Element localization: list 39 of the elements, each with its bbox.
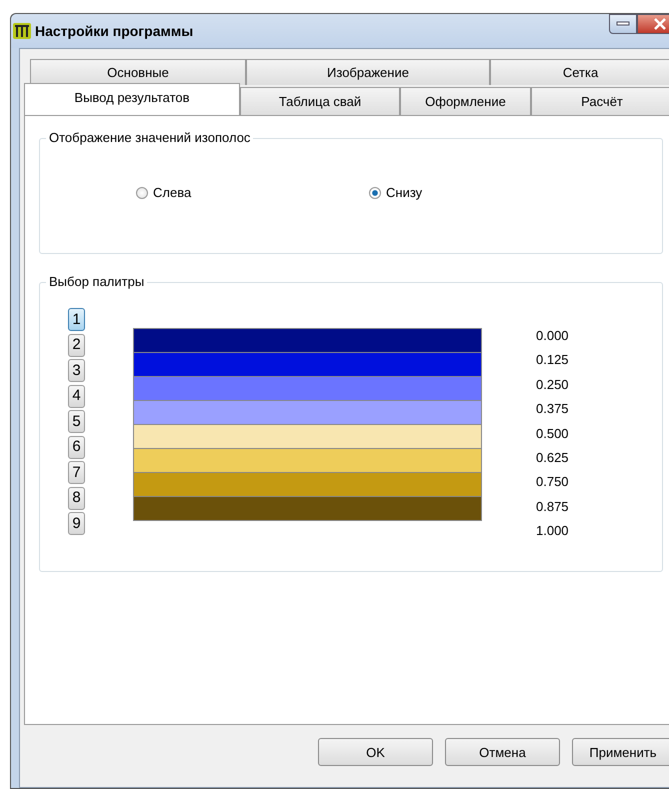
minimize-button[interactable] bbox=[609, 14, 637, 34]
palette-button[interactable]: 7 bbox=[68, 461, 85, 484]
palette-button[interactable]: 8 bbox=[68, 486, 85, 510]
dialog-button[interactable]: Отмена bbox=[445, 738, 560, 766]
palette-value: 1.000 bbox=[536, 522, 569, 540]
radio-button[interactable] bbox=[369, 186, 381, 198]
dialog-button[interactable]: OK bbox=[318, 738, 433, 766]
palette-value: 0.500 bbox=[536, 424, 569, 443]
palette-value: 0.250 bbox=[536, 376, 569, 394]
palette-button[interactable]: 6 bbox=[68, 436, 85, 458]
palette-button[interactable]: 9 bbox=[68, 512, 85, 535]
palette-button[interactable]: 3 bbox=[68, 359, 85, 382]
palette-value: 0.375 bbox=[536, 400, 569, 418]
window-title: Настройки программы bbox=[35, 23, 194, 39]
tab[interactable]: Таблица свай bbox=[240, 87, 400, 116]
tab[interactable]: Оформление bbox=[400, 87, 531, 116]
palette-button[interactable]: 1 bbox=[68, 308, 85, 331]
radio-label[interactable]: Снизу bbox=[386, 185, 422, 200]
minimize-icon bbox=[616, 21, 630, 27]
palette-button[interactable]: 2 bbox=[68, 334, 85, 356]
palette-value: 0.000 bbox=[536, 327, 569, 345]
group-title: Отображение значений изополос bbox=[46, 130, 254, 145]
tab[interactable]: Основные bbox=[30, 59, 246, 85]
palette-value: 0.625 bbox=[536, 448, 569, 467]
app-icon bbox=[13, 23, 31, 39]
tab[interactable]: Изображение bbox=[246, 59, 490, 85]
group-title: Выбор палитры bbox=[46, 274, 148, 289]
radio-button[interactable] bbox=[136, 186, 148, 198]
palette-value: 0.125 bbox=[536, 351, 569, 370]
tab[interactable]: Сетка bbox=[490, 59, 669, 85]
radio-label[interactable]: Слева bbox=[153, 185, 192, 200]
tab[interactable]: Вывод результатов bbox=[24, 83, 240, 115]
dialog-button[interactable]: Применить bbox=[572, 738, 669, 766]
close-icon bbox=[653, 18, 667, 30]
palette-button[interactable]: 4 bbox=[68, 384, 85, 408]
palette-value: 0.750 bbox=[536, 473, 569, 492]
tab[interactable]: Расчёт bbox=[531, 87, 669, 116]
palette-button[interactable]: 5 bbox=[68, 410, 85, 433]
palette-value: 0.875 bbox=[536, 498, 569, 516]
